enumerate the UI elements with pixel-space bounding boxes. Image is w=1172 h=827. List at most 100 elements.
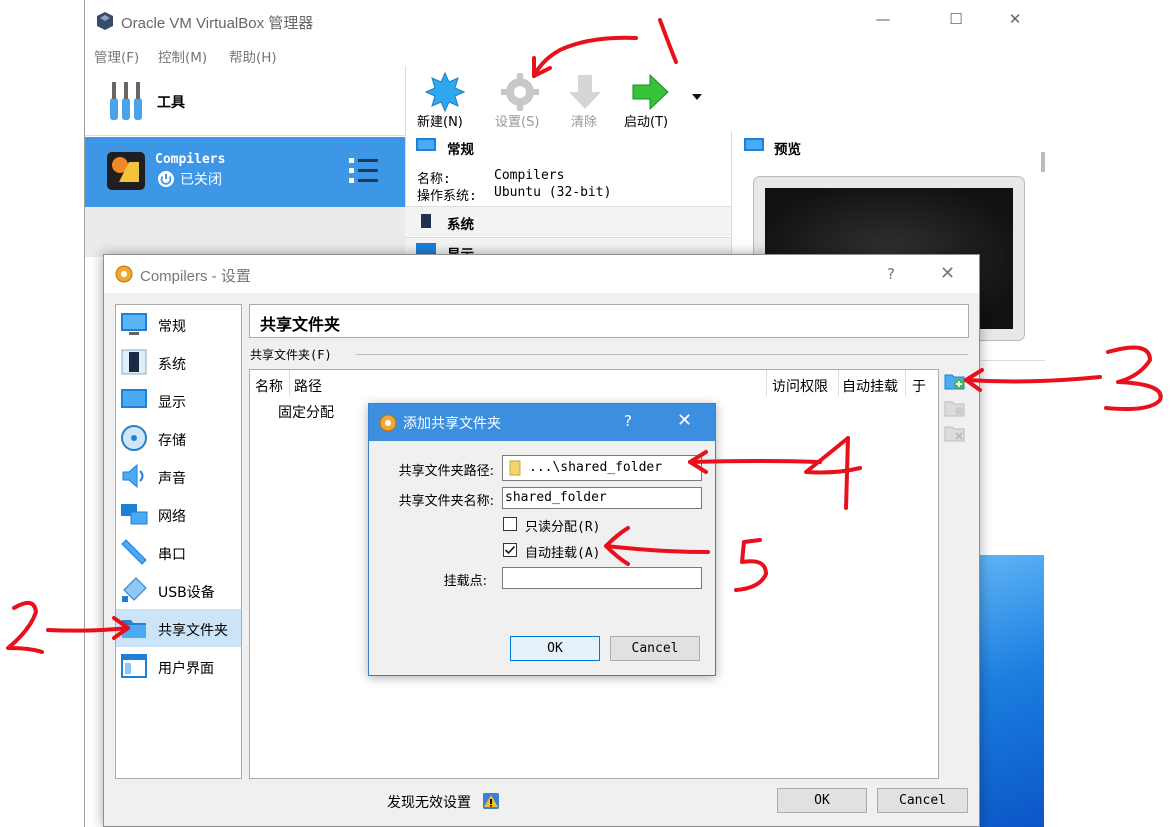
category-label: 系统 [158, 357, 186, 373]
category-general[interactable]: 常规 [116, 305, 241, 343]
readonly-label[interactable]: 只读分配(R) [525, 516, 600, 535]
preview-scrollbar[interactable] [1041, 152, 1045, 172]
new-button-label[interactable]: 新建(N) [417, 111, 463, 130]
readonly-checkbox[interactable] [503, 517, 517, 531]
category-label: 网络 [158, 509, 186, 525]
group-divider [356, 354, 968, 355]
invalid-settings-label: 发现无效设置 [387, 795, 471, 811]
column-header-access[interactable]: 访问权限 [772, 376, 828, 396]
minimize-button[interactable]: — [860, 10, 906, 32]
column-header-path[interactable]: 路径 [294, 376, 322, 396]
category-serial[interactable]: 串口 [116, 533, 241, 571]
automount-label[interactable]: 自动挂载(A) [525, 542, 600, 561]
start-button-label[interactable]: 启动(T) [624, 111, 668, 130]
automount-checkbox[interactable] [503, 543, 517, 557]
preview-header: 预览 [774, 142, 801, 158]
column-separator [766, 370, 767, 396]
category-user-interface[interactable]: 用户界面 [116, 647, 241, 685]
power-off-icon [158, 171, 174, 187]
category-network[interactable]: 网络 [116, 495, 241, 533]
settings-button-label[interactable]: 设置(S) [495, 111, 539, 130]
new-sun-icon[interactable] [425, 72, 465, 112]
category-shared-folders[interactable]: 共享文件夹 [116, 609, 241, 647]
column-separator [905, 370, 906, 396]
edit-folder-icon[interactable] [944, 398, 966, 418]
tools-icon [110, 82, 142, 120]
category-label: USB设备 [158, 585, 215, 601]
category-list: 常规 系统 显示 存储 声音 网络 串口 USB设备 共享文件夹 用户界面 [115, 304, 242, 779]
add-folder-ok-button[interactable]: OK [510, 636, 600, 661]
dialog-gear-icon [379, 414, 397, 432]
virtualbox-logo-icon [97, 12, 113, 30]
column-header-name[interactable]: 名称 [255, 376, 283, 396]
serial-port-icon [121, 539, 147, 565]
manager-right-panel [981, 360, 1045, 525]
chip-icon [421, 214, 431, 228]
network-icon [121, 504, 148, 525]
desktop-background [1044, 0, 1172, 827]
category-label: 声音 [158, 471, 186, 487]
manager-titlebar: Oracle VM VirtualBox 管理器 — ☐ ✕ [85, 0, 1045, 42]
add-shared-folder-dialog: 添加共享文件夹 ? ✕ 共享文件夹路径: ...\shared_folder 共… [368, 403, 716, 676]
add-folder-help-button[interactable]: ? [624, 412, 632, 430]
add-folder-icon[interactable] [944, 371, 966, 391]
discard-button-label[interactable]: 清除 [571, 111, 597, 130]
shared-folders-group-label: 共享文件夹(F) [250, 348, 332, 362]
folder-path-label: 共享文件夹路径: [398, 464, 494, 479]
os-label: 操作系统: [417, 189, 477, 204]
add-folder-cancel-button[interactable]: Cancel [610, 636, 700, 661]
desktop-wallpaper-strip [980, 555, 1044, 827]
warning-icon[interactable] [483, 793, 499, 809]
column-header-at[interactable]: 于 [912, 376, 926, 396]
os-value: Ubuntu (32-bit) [494, 185, 612, 200]
category-label: 存储 [158, 433, 186, 449]
category-system[interactable]: 系统 [116, 343, 241, 381]
settings-cancel-button[interactable]: Cancel [877, 788, 968, 813]
chip-icon [121, 349, 147, 375]
add-folder-close-button[interactable]: ✕ [677, 410, 692, 431]
vm-name: Compilers [155, 152, 226, 167]
category-label: 共享文件夹 [158, 623, 228, 639]
start-dropdown-icon[interactable] [691, 93, 703, 101]
folder-small-icon [509, 460, 521, 476]
settings-help-button[interactable]: ? [887, 265, 895, 283]
close-button[interactable]: ✕ [992, 10, 1038, 32]
vm-menu-list-icon[interactable] [349, 156, 379, 186]
folder-path-selector[interactable]: ...\shared_folder [502, 455, 702, 481]
system-header: 系统 [447, 217, 474, 233]
mountpoint-input[interactable] [502, 567, 702, 589]
gear-icon[interactable] [500, 72, 540, 112]
menu-help[interactable]: 帮助(H) [229, 46, 277, 66]
menu-control[interactable]: 控制(M) [158, 46, 207, 66]
window-icon [121, 654, 147, 678]
start-arrow-icon[interactable] [630, 72, 670, 112]
page-title: 共享文件夹 [260, 315, 341, 334]
general-header: 常规 [447, 142, 474, 158]
settings-close-button[interactable]: ✕ [940, 263, 955, 284]
preview-monitor-icon [744, 138, 764, 151]
folder-name-input[interactable]: shared_folder [502, 487, 702, 509]
display-icon [121, 389, 147, 408]
category-usb[interactable]: USB设备 [116, 571, 241, 609]
tools-label: 工具 [157, 95, 185, 111]
disc-icon [121, 425, 147, 451]
page-title-box: 共享文件夹 [249, 304, 969, 338]
folder-name-label: 共享文件夹名称: [398, 494, 494, 509]
discard-arrow-icon[interactable] [565, 72, 605, 112]
column-header-automount[interactable]: 自动挂载 [842, 376, 898, 396]
category-label: 串口 [158, 547, 186, 563]
category-display[interactable]: 显示 [116, 381, 241, 419]
settings-ok-button[interactable]: OK [777, 788, 867, 813]
manager-title: Oracle VM VirtualBox 管理器 [121, 15, 314, 32]
category-label: 显示 [158, 395, 186, 411]
menu-manage[interactable]: 管理(F) [94, 46, 139, 66]
category-audio[interactable]: 声音 [116, 457, 241, 495]
maximize-button[interactable]: ☐ [933, 10, 979, 32]
table-row-machine-folders[interactable]: 固定分配 [278, 402, 334, 422]
column-separator [289, 370, 290, 396]
settings-title: Compilers - 设置 [140, 268, 251, 285]
remove-folder-icon[interactable] [944, 423, 966, 443]
settings-gear-icon [115, 265, 133, 283]
category-storage[interactable]: 存储 [116, 419, 241, 457]
monitor-icon [121, 313, 147, 335]
